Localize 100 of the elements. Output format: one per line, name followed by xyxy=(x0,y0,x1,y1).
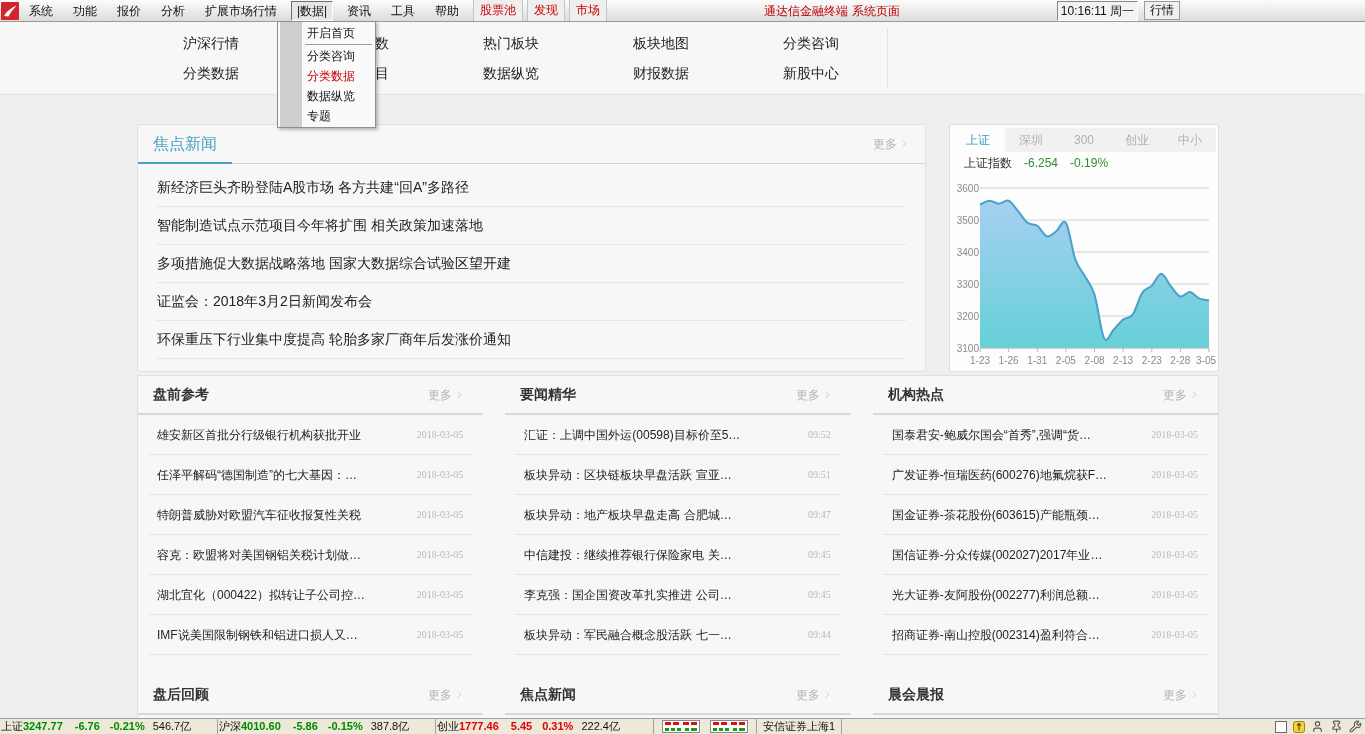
order-bars-icon[interactable] xyxy=(710,720,748,733)
menu-tab[interactable]: 发现 xyxy=(527,0,566,21)
news-link[interactable]: 容克：欧盟将对美国钢铝关税计划做… xyxy=(157,545,361,564)
card-title: 焦点新闻 xyxy=(138,125,232,164)
index-change: -6.254 xyxy=(1024,155,1059,172)
news-link[interactable]: 湖北宜化（000422）拟转让子公司控… xyxy=(157,585,366,604)
menu-item[interactable]: 功能 xyxy=(63,0,107,21)
x-axis-label: 1-23 xyxy=(970,355,990,366)
broker-name: 安信证券上海1 xyxy=(762,719,837,734)
dropdown-item[interactable]: 分类数据 xyxy=(278,66,375,86)
x-axis-label: 2-05 xyxy=(1055,355,1076,366)
index-name: 沪深 xyxy=(219,719,241,734)
news-time: 2018-03-05 xyxy=(416,468,464,482)
dropdown-item[interactable]: 分类咨询 xyxy=(278,46,375,66)
news-link[interactable]: 中信建投：继续推荐银行保险家电 关… xyxy=(524,545,732,564)
section-title: 焦点新闻 xyxy=(520,685,577,704)
menu-item[interactable]: 扩展市场行情 xyxy=(195,0,287,21)
news-link[interactable]: 国泰君安-鲍威尔国会“首秀”,强调“货… xyxy=(891,425,1091,444)
nav-link[interactable]: 分类咨询 xyxy=(783,32,839,54)
pin-icon[interactable] xyxy=(1330,720,1343,733)
news-link[interactable]: 国金证券-茶花股份(603615)产能瓶颈… xyxy=(891,505,1100,524)
index-volume: 546.7亿 xyxy=(152,719,192,734)
index-percent: -0.19% xyxy=(1070,155,1109,172)
menu-item[interactable]: 帮助 xyxy=(425,0,470,21)
nav-link[interactable]: 新股中心 xyxy=(783,62,839,84)
index-value: 3247.77 xyxy=(23,719,63,734)
news-link[interactable]: 特朗普威胁对欧盟汽车征收报复性关税 xyxy=(157,505,361,524)
y-axis-label: 3200 xyxy=(956,310,979,322)
x-axis-label: 1-26 xyxy=(998,355,1019,366)
menu-item[interactable]: 分析 xyxy=(151,0,195,21)
menu-item[interactable]: 系统 xyxy=(19,0,63,21)
news-link[interactable]: 板块异动：区块链板块早盘活跃 宣亚… xyxy=(524,465,732,484)
section-title: 机构热点 xyxy=(887,385,944,404)
index-percent: -0.21% xyxy=(109,719,145,734)
up-arrow-icon[interactable] xyxy=(1293,720,1305,733)
nav-link[interactable]: 板块地图 xyxy=(633,32,689,54)
news-link[interactable]: 雄安新区首批分行级银行机构获批开业 xyxy=(157,425,361,444)
x-axis-label: 3-05 xyxy=(1196,355,1216,366)
nav-link[interactable]: 财报数据 xyxy=(633,62,689,84)
dropdown-item[interactable]: 开启首页 xyxy=(278,23,375,43)
news-time: 2018-03-05 xyxy=(416,428,464,442)
news-link[interactable]: 任泽平解码“德国制造”的七大基因：… xyxy=(157,465,357,484)
clock-display: 10:16:11 周一 xyxy=(1056,0,1138,21)
nav-link[interactable]: 数据纵览 xyxy=(483,62,539,84)
wrench-icon[interactable] xyxy=(1349,720,1362,733)
nav-link[interactable]: 沪深行情 xyxy=(183,32,239,54)
menu-item[interactable]: 工具 xyxy=(381,0,426,21)
nav-link[interactable]: 数 xyxy=(375,32,389,54)
news-link[interactable]: 证监会：2018年3月2日新闻发布会 xyxy=(157,291,372,312)
news-time: 2018-03-05 xyxy=(416,588,464,602)
news-link[interactable]: 智能制造试点示范项目今年将扩围 相关政策加速落地 xyxy=(157,215,483,236)
menu-tab[interactable]: 股票池 xyxy=(473,0,524,21)
menu-item[interactable]: 资讯 xyxy=(337,0,382,21)
news-time: 2018-03-05 xyxy=(416,628,464,642)
quote-button[interactable]: 行情 xyxy=(1144,1,1180,20)
index-change: -6.76 xyxy=(74,719,100,734)
y-axis-label: 3600 xyxy=(956,182,979,194)
news-link[interactable]: 汇证：上调中国外运(00598)目标价至5… xyxy=(524,425,741,444)
index-value: 1777.46 xyxy=(459,719,499,734)
y-axis-label: 3500 xyxy=(956,214,979,226)
nav-link[interactable]: 热门板块 xyxy=(483,32,539,54)
dropdown-item[interactable]: 数据纵览 xyxy=(278,86,375,106)
news-time: 09:52 xyxy=(807,428,831,442)
news-link[interactable]: 招商证券-南山控股(002314)盈利符合… xyxy=(891,625,1100,644)
section-title: 盘后回顾 xyxy=(153,685,209,704)
index-name: 创业 xyxy=(437,719,459,734)
news-link[interactable]: IMF说美国限制钢铁和铝进口损人又… xyxy=(157,625,358,644)
dropdown-item[interactable]: 专题 xyxy=(278,106,375,126)
index-percent: 0.31% xyxy=(542,719,574,734)
order-bars-icon[interactable] xyxy=(662,720,700,733)
index-change: 5.45 xyxy=(510,719,533,734)
x-axis-label: 2-28 xyxy=(1170,355,1191,366)
menu-item[interactable]: |数据| xyxy=(291,0,334,21)
x-axis-label: 1-31 xyxy=(1027,355,1048,366)
index-volume: 387.8亿 xyxy=(370,719,410,734)
logo-icon[interactable] xyxy=(1,1,19,20)
section-title: 要闻精华 xyxy=(520,385,577,404)
section-title: 盘前参考 xyxy=(153,385,209,404)
news-link[interactable]: 国信证券-分众传媒(002027)2017年业… xyxy=(891,545,1103,564)
news-link[interactable]: 板块异动：地产板块早盘走高 合肥城… xyxy=(524,505,732,524)
x-axis-label: 2-13 xyxy=(1113,355,1134,366)
nav-link[interactable]: 目 xyxy=(375,62,389,84)
y-axis-label: 3100 xyxy=(956,342,979,354)
news-link[interactable]: 李克强：国企国资改革扎实推进 公司… xyxy=(524,585,732,604)
menu-tab[interactable]: 市场 xyxy=(569,0,608,21)
index-name: 上证指数 xyxy=(964,155,1012,172)
news-link[interactable]: 多项措施促大数据战略落地 国家大数据综合试验区望开建 xyxy=(157,253,511,274)
news-link[interactable]: 广发证券-恒瑞医药(600276)地氟烷获F… xyxy=(891,465,1108,484)
menu-item[interactable]: 报价 xyxy=(107,0,151,21)
nav-link[interactable]: 分类数据 xyxy=(183,62,239,84)
square-icon[interactable] xyxy=(1275,720,1287,733)
index-percent: -0.15% xyxy=(327,719,363,734)
news-link[interactable]: 光大证券-友阿股份(002277)利润总额… xyxy=(891,585,1100,604)
app-title: 通达信金融终端 系统页面 xyxy=(764,2,900,20)
news-time: 2018-03-05 xyxy=(416,548,464,562)
person-icon[interactable] xyxy=(1311,720,1324,733)
news-link[interactable]: 环保重压下行业集中度提高 轮胎多家厂商年后发涨价通知 xyxy=(157,329,511,350)
news-time: 2018-03-05 xyxy=(416,508,464,522)
news-link[interactable]: 板块异动：军民融合概念股活跃 七一… xyxy=(524,625,732,644)
news-link[interactable]: 新经济巨头齐盼登陆A股市场 各方共建“回A”多路径 xyxy=(157,177,469,198)
